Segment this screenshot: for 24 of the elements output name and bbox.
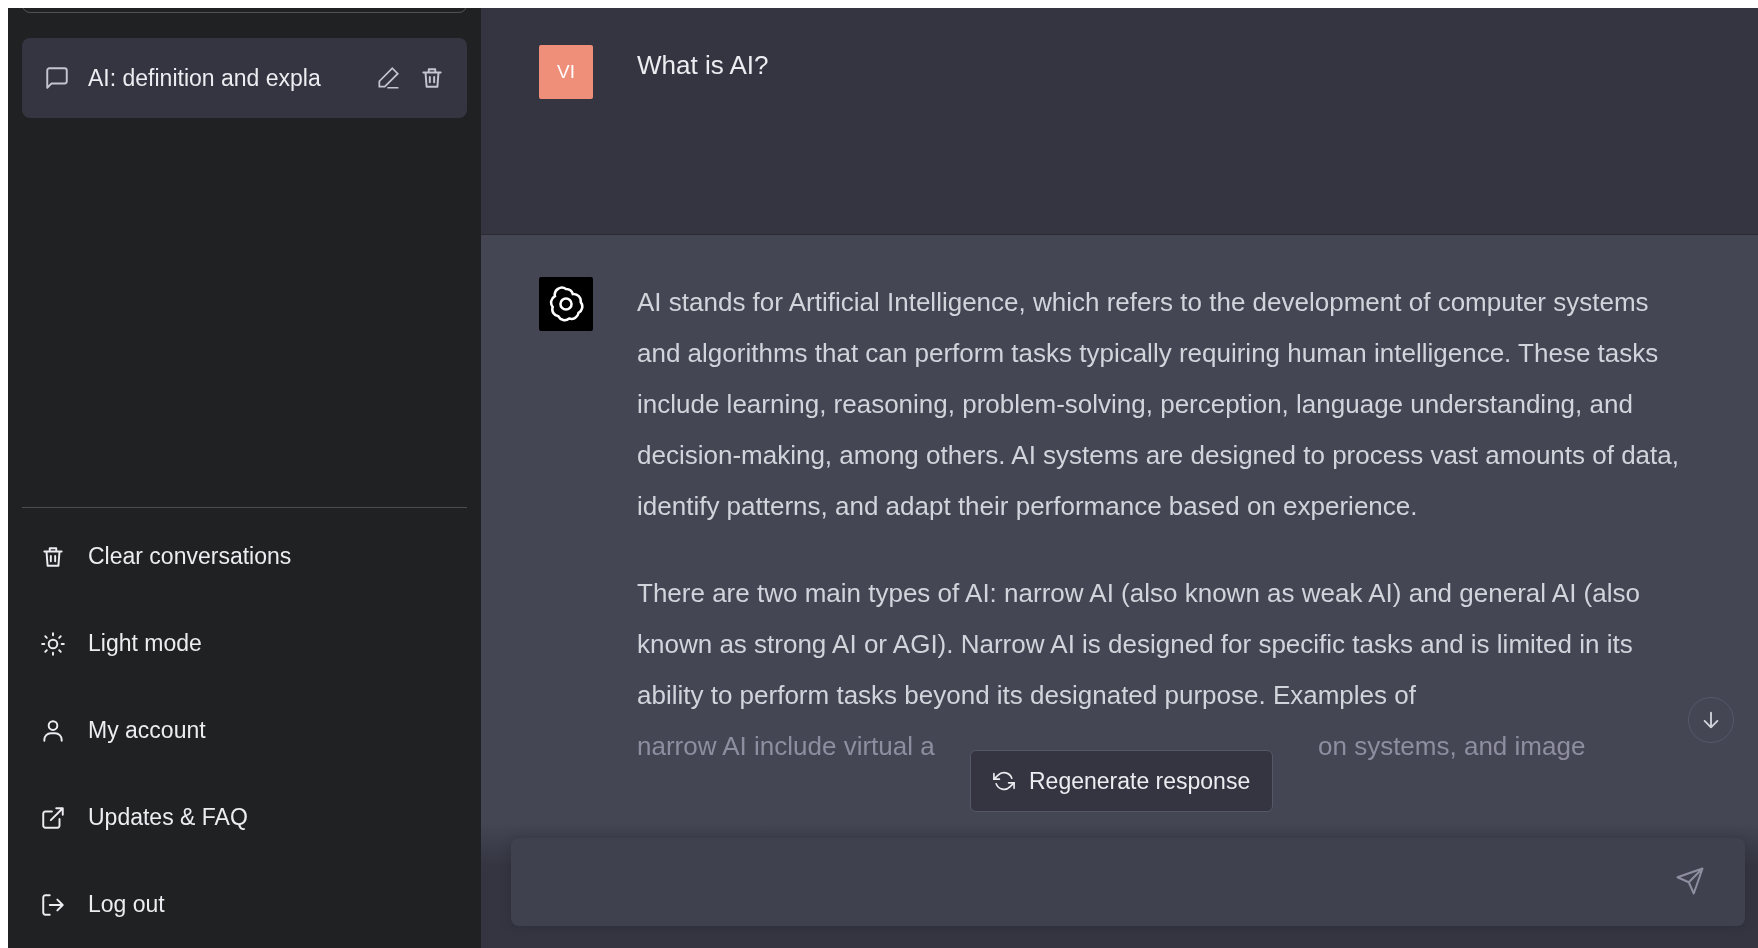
answer-paragraph: There are two main types of AI: narrow AI (also known as weak AI) and general AI (also known as strong AI or AGI). Narrow AI is designed for specific tasks and is limited in its ability to perform tasks beyond its designated purpose. Examples of bbox=[637, 577, 1641, 712]
menu-item[interactable]: Light mode bbox=[22, 600, 467, 687]
person-icon bbox=[40, 717, 66, 744]
refresh-icon bbox=[993, 770, 1015, 792]
logout-icon bbox=[40, 891, 66, 918]
user-avatar: VI bbox=[539, 45, 593, 99]
trash-icon[interactable] bbox=[419, 65, 445, 91]
regenerate-button[interactable]: Regenerate response bbox=[970, 750, 1274, 812]
chat-bubble-icon bbox=[44, 65, 70, 91]
menu-item[interactable]: My account bbox=[22, 687, 467, 774]
message-input-field[interactable] bbox=[511, 838, 1745, 926]
send-icon[interactable] bbox=[1675, 866, 1705, 896]
conversation-item[interactable]: AI: definition and expla bbox=[22, 38, 467, 118]
pencil-icon[interactable] bbox=[375, 65, 401, 91]
question-text: What is AI? bbox=[637, 49, 770, 82]
menu-item[interactable]: Clear conversations bbox=[22, 513, 467, 600]
external-link-icon bbox=[40, 804, 66, 831]
conversation-title: AI: definition and expla bbox=[88, 64, 322, 92]
faded-text: on systems, and image bbox=[1318, 730, 1586, 763]
answer-paragraph: AI stands for Artificial Intelligence, which refers to the development of computer systems and algorithms that can perform tasks typically requiring human intelligence. These tasks include learning, reasoning, problem-solving, perception, language understanding, and decision-making, among others. AI systems are designed to process vast amounts of data, identify patterns, and adapt their performance based on experience. bbox=[637, 286, 1680, 523]
faded-text: narrow AI include virtual a bbox=[637, 730, 935, 763]
menu-item[interactable]: Updates & FAQ bbox=[22, 774, 467, 861]
menu-item[interactable]: Log out bbox=[22, 861, 467, 948]
sun-icon bbox=[40, 630, 66, 657]
